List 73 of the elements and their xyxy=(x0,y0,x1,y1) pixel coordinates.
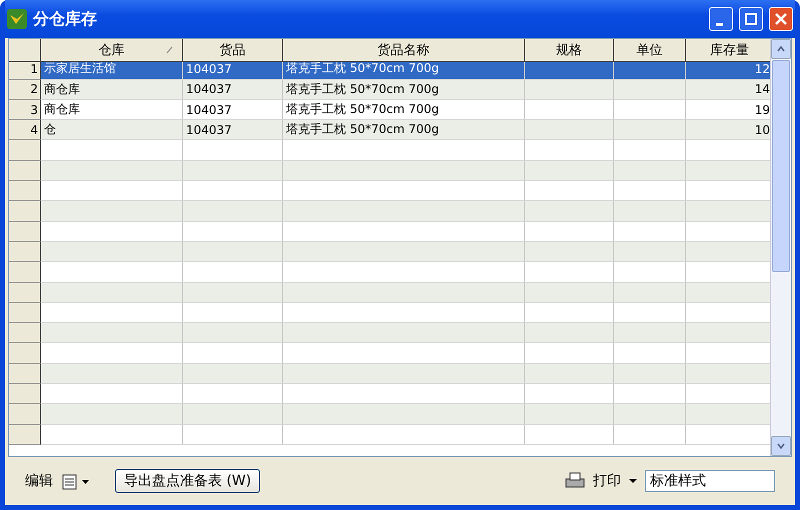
table-cell: 仓 xyxy=(41,120,183,140)
row-header xyxy=(9,424,41,445)
table-cell xyxy=(614,222,686,242)
row-header xyxy=(9,343,41,364)
row-header xyxy=(9,384,41,404)
row-header xyxy=(9,364,41,384)
row-header xyxy=(9,404,41,425)
table-cell xyxy=(614,323,686,344)
table-cell: 商仓库 xyxy=(41,80,183,100)
scroll-down-button[interactable] xyxy=(771,436,791,456)
style-select[interactable]: 标准样式 xyxy=(645,470,775,492)
row-header xyxy=(9,181,41,202)
row-header xyxy=(9,222,41,242)
row-header xyxy=(9,282,41,303)
row-header xyxy=(9,201,41,222)
table-cell xyxy=(614,120,686,140)
row-header xyxy=(9,160,41,182)
column-header[interactable]: 单位 xyxy=(614,39,686,62)
app-icon xyxy=(7,9,27,29)
row-header xyxy=(9,323,41,344)
print-menu-label[interactable]: 打印 xyxy=(593,472,621,490)
table-cell xyxy=(614,262,686,283)
row-header xyxy=(9,302,41,324)
table-cell xyxy=(614,181,686,202)
export-button[interactable]: 导出盘点准备表 (W) xyxy=(115,469,260,493)
column-header[interactable]: 仓库 xyxy=(41,39,183,62)
window-title: 分仓库存 xyxy=(33,8,98,30)
table-cell: 104037 xyxy=(183,80,283,100)
close-icon xyxy=(775,13,787,25)
table-cell xyxy=(614,160,686,182)
chevron-down-icon xyxy=(777,443,785,449)
scroll-up-button[interactable] xyxy=(771,39,791,59)
table-cell xyxy=(614,100,686,120)
column-header[interactable]: 货品名称 xyxy=(283,39,525,62)
table-cell xyxy=(614,424,686,445)
edit-menu-label[interactable]: 编辑 xyxy=(25,472,53,490)
table-cell: 塔克手工枕 50*70cm 700g xyxy=(283,120,525,140)
maximize-button[interactable] xyxy=(739,7,763,31)
close-button[interactable] xyxy=(769,7,793,31)
table-cell xyxy=(614,201,686,222)
row-header xyxy=(9,242,41,262)
table-cell xyxy=(614,343,686,364)
table-cell: 10 xyxy=(686,120,770,140)
table-cell: 104037 xyxy=(183,120,283,140)
table-cell: 14 xyxy=(686,80,770,100)
minimize-icon xyxy=(716,22,722,26)
table-cell xyxy=(614,140,686,161)
table-cell xyxy=(614,364,686,384)
table-cell xyxy=(614,80,686,100)
table-cell: 104037 xyxy=(183,100,283,120)
table-cell xyxy=(614,384,686,404)
table-cell xyxy=(614,242,686,262)
column-header[interactable]: 规格 xyxy=(525,39,614,62)
document-dropdown-icon[interactable] xyxy=(61,472,91,490)
minimize-button[interactable] xyxy=(709,7,733,31)
table-cell: 塔克手工枕 50*70cm 700g xyxy=(283,100,525,120)
row-header xyxy=(9,140,41,161)
caret-icon[interactable] xyxy=(629,478,637,484)
row-header xyxy=(9,262,41,283)
table-cell: 塔克手工枕 50*70cm 700g xyxy=(283,80,525,100)
scroll-thumb[interactable] xyxy=(772,60,790,272)
table-cell: 商仓库 xyxy=(41,100,183,120)
row-number: 3 xyxy=(9,100,41,120)
table-cell xyxy=(614,302,686,324)
table-cell xyxy=(614,404,686,425)
row-number: 2 xyxy=(9,80,41,100)
column-header[interactable]: 库存量 xyxy=(686,39,770,62)
maximize-icon xyxy=(745,13,757,25)
chevron-up-icon xyxy=(777,46,785,52)
column-header[interactable]: 货品 xyxy=(183,39,283,62)
row-number: 4 xyxy=(9,120,41,140)
table-cell xyxy=(614,282,686,303)
printer-icon[interactable] xyxy=(565,472,585,490)
